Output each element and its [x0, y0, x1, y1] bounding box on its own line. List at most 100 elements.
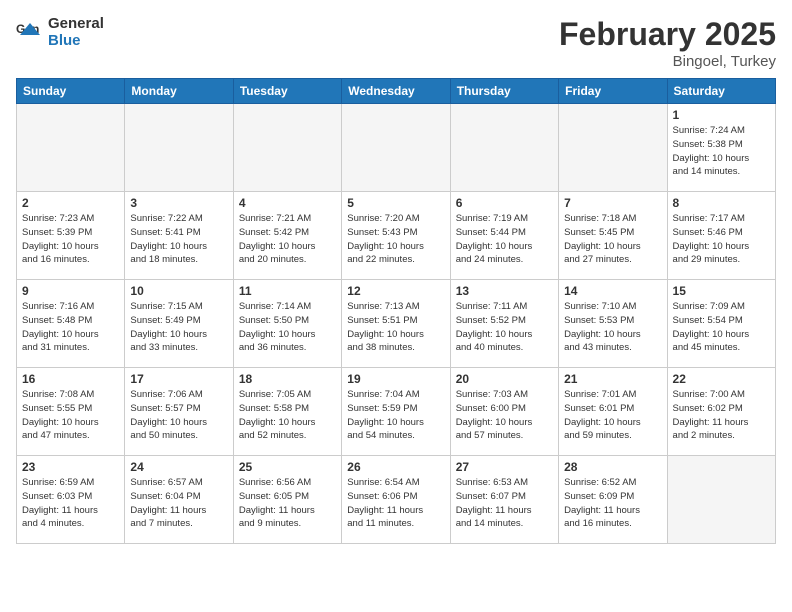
- calendar-cell: 26 Sunrise: 6:54 AM Sunset: 6:06 PM Dayli…: [342, 456, 450, 544]
- day-number: 13: [456, 284, 553, 298]
- calendar-cell: [667, 456, 775, 544]
- day-info: Sunrise: 6:57 AM Sunset: 6:04 PM Dayligh…: [130, 476, 227, 531]
- day-number: 28: [564, 460, 661, 474]
- day-info: Sunrise: 6:56 AM Sunset: 6:05 PM Dayligh…: [239, 476, 336, 531]
- calendar-cell: 27 Sunrise: 6:53 AM Sunset: 6:07 PM Dayli…: [450, 456, 558, 544]
- calendar-cell: 20Sunrise: 7:03 AM Sunset: 6:00 PM Dayli…: [450, 368, 558, 456]
- day-number: 11: [239, 284, 336, 298]
- calendar-cell: 15 Sunrise: 7:09 AM Sunset: 5:54 PM Dayli…: [667, 280, 775, 368]
- day-info: Sunrise: 6:54 AM Sunset: 6:06 PM Dayligh…: [347, 476, 444, 531]
- day-info: Sunrise: 7:09 AM Sunset: 5:54 PM Dayligh…: [673, 300, 770, 355]
- day-info: Sunrise: 6:52 AM Sunset: 6:09 PM Dayligh…: [564, 476, 661, 531]
- calendar-cell: 23Sunrise: 6:59 AM Sunset: 6:03 PM Dayli…: [17, 456, 125, 544]
- day-number: 8: [673, 196, 770, 210]
- day-info: Sunrise: 7:22 AM Sunset: 5:41 PM Dayligh…: [130, 212, 227, 267]
- weekday-header: Tuesday: [233, 79, 341, 104]
- day-info: Sunrise: 7:05 AM Sunset: 5:58 PM Dayligh…: [239, 388, 336, 443]
- day-info: Sunrise: 6:53 AM Sunset: 6:07 PM Dayligh…: [456, 476, 553, 531]
- day-number: 14: [564, 284, 661, 298]
- day-number: 23: [22, 460, 119, 474]
- calendar-week-row: 23Sunrise: 6:59 AM Sunset: 6:03 PM Dayli…: [17, 456, 776, 544]
- calendar-cell: 5 Sunrise: 7:20 AM Sunset: 5:43 PM Daylig…: [342, 192, 450, 280]
- day-info: Sunrise: 7:08 AM Sunset: 5:55 PM Dayligh…: [22, 388, 119, 443]
- day-number: 27: [456, 460, 553, 474]
- calendar-week-row: 16 Sunrise: 7:08 AM Sunset: 5:55 PM Dayli…: [17, 368, 776, 456]
- calendar-cell: [233, 104, 341, 192]
- calendar-table: SundayMondayTuesdayWednesdayThursdayFrid…: [16, 78, 776, 544]
- calendar-cell: 4Sunrise: 7:21 AM Sunset: 5:42 PM Daylig…: [233, 192, 341, 280]
- calendar-cell: 13 Sunrise: 7:11 AM Sunset: 5:52 PM Dayli…: [450, 280, 558, 368]
- day-number: 18: [239, 372, 336, 386]
- calendar-cell: 3 Sunrise: 7:22 AM Sunset: 5:41 PM Daylig…: [125, 192, 233, 280]
- calendar-cell: 6 Sunrise: 7:19 AM Sunset: 5:44 PM Daylig…: [450, 192, 558, 280]
- day-info: Sunrise: 7:19 AM Sunset: 5:44 PM Dayligh…: [456, 212, 553, 267]
- day-info: Sunrise: 7:23 AM Sunset: 5:39 PM Dayligh…: [22, 212, 119, 267]
- day-number: 7: [564, 196, 661, 210]
- weekday-header: Saturday: [667, 79, 775, 104]
- page-header: Gen General Blue February 2025 Bingoel, …: [16, 16, 776, 70]
- calendar-cell: [450, 104, 558, 192]
- weekday-header: Wednesday: [342, 79, 450, 104]
- day-info: Sunrise: 7:01 AM Sunset: 6:01 PM Dayligh…: [564, 388, 661, 443]
- calendar-cell: 16 Sunrise: 7:08 AM Sunset: 5:55 PM Dayli…: [17, 368, 125, 456]
- calendar-cell: [342, 104, 450, 192]
- day-number: 15: [673, 284, 770, 298]
- day-info: Sunrise: 7:00 AM Sunset: 6:02 PM Dayligh…: [673, 388, 770, 443]
- day-info: Sunrise: 7:11 AM Sunset: 5:52 PM Dayligh…: [456, 300, 553, 355]
- day-info: Sunrise: 7:03 AM Sunset: 6:00 PM Dayligh…: [456, 388, 553, 443]
- day-info: Sunrise: 7:06 AM Sunset: 5:57 PM Dayligh…: [130, 388, 227, 443]
- day-number: 10: [130, 284, 227, 298]
- weekday-header: Friday: [559, 79, 667, 104]
- calendar-title: February 2025: [559, 16, 776, 53]
- weekday-header: Thursday: [450, 79, 558, 104]
- day-info: Sunrise: 7:13 AM Sunset: 5:51 PM Dayligh…: [347, 300, 444, 355]
- weekday-header: Sunday: [17, 79, 125, 104]
- day-number: 2: [22, 196, 119, 210]
- day-number: 24: [130, 460, 227, 474]
- day-info: Sunrise: 7:20 AM Sunset: 5:43 PM Dayligh…: [347, 212, 444, 267]
- calendar-cell: 18 Sunrise: 7:05 AM Sunset: 5:58 PM Dayli…: [233, 368, 341, 456]
- day-number: 3: [130, 196, 227, 210]
- calendar-cell: 9 Sunrise: 7:16 AM Sunset: 5:48 PM Daylig…: [17, 280, 125, 368]
- calendar-cell: 19 Sunrise: 7:04 AM Sunset: 5:59 PM Dayli…: [342, 368, 450, 456]
- day-number: 25: [239, 460, 336, 474]
- calendar-cell: 21 Sunrise: 7:01 AM Sunset: 6:01 PM Dayli…: [559, 368, 667, 456]
- day-info: Sunrise: 7:18 AM Sunset: 5:45 PM Dayligh…: [564, 212, 661, 267]
- day-info: Sunrise: 7:16 AM Sunset: 5:48 PM Dayligh…: [22, 300, 119, 355]
- day-number: 21: [564, 372, 661, 386]
- day-info: Sunrise: 7:24 AM Sunset: 5:38 PM Dayligh…: [673, 124, 770, 179]
- calendar-cell: 25 Sunrise: 6:56 AM Sunset: 6:05 PM Dayli…: [233, 456, 341, 544]
- calendar-week-row: 1 Sunrise: 7:24 AM Sunset: 5:38 PM Daylig…: [17, 104, 776, 192]
- calendar-cell: 28 Sunrise: 6:52 AM Sunset: 6:09 PM Dayli…: [559, 456, 667, 544]
- day-number: 9: [22, 284, 119, 298]
- calendar-cell: 22Sunrise: 7:00 AM Sunset: 6:02 PM Dayli…: [667, 368, 775, 456]
- day-number: 6: [456, 196, 553, 210]
- day-number: 26: [347, 460, 444, 474]
- day-info: Sunrise: 7:14 AM Sunset: 5:50 PM Dayligh…: [239, 300, 336, 355]
- calendar-cell: [17, 104, 125, 192]
- calendar-cell: 8Sunrise: 7:17 AM Sunset: 5:46 PM Daylig…: [667, 192, 775, 280]
- calendar-subtitle: Bingoel, Turkey: [559, 53, 776, 70]
- logo: Gen General Blue: [16, 16, 104, 49]
- day-number: 1: [673, 108, 770, 122]
- calendar-cell: 17 Sunrise: 7:06 AM Sunset: 5:57 PM Dayli…: [125, 368, 233, 456]
- calendar-week-row: 2 Sunrise: 7:23 AM Sunset: 5:39 PM Daylig…: [17, 192, 776, 280]
- day-info: Sunrise: 7:10 AM Sunset: 5:53 PM Dayligh…: [564, 300, 661, 355]
- calendar-cell: [125, 104, 233, 192]
- calendar-cell: [559, 104, 667, 192]
- calendar-cell: 11 Sunrise: 7:14 AM Sunset: 5:50 PM Dayli…: [233, 280, 341, 368]
- day-number: 16: [22, 372, 119, 386]
- calendar-cell: 10Sunrise: 7:15 AM Sunset: 5:49 PM Dayli…: [125, 280, 233, 368]
- calendar-cell: 1 Sunrise: 7:24 AM Sunset: 5:38 PM Daylig…: [667, 104, 775, 192]
- day-number: 4: [239, 196, 336, 210]
- day-number: 5: [347, 196, 444, 210]
- day-number: 19: [347, 372, 444, 386]
- title-block: February 2025 Bingoel, Turkey: [559, 16, 776, 70]
- calendar-cell: 7 Sunrise: 7:18 AM Sunset: 5:45 PM Daylig…: [559, 192, 667, 280]
- logo-icon: Gen: [16, 19, 44, 47]
- day-number: 17: [130, 372, 227, 386]
- day-number: 12: [347, 284, 444, 298]
- calendar-cell: 14 Sunrise: 7:10 AM Sunset: 5:53 PM Dayli…: [559, 280, 667, 368]
- calendar-week-row: 9 Sunrise: 7:16 AM Sunset: 5:48 PM Daylig…: [17, 280, 776, 368]
- day-info: Sunrise: 7:04 AM Sunset: 5:59 PM Dayligh…: [347, 388, 444, 443]
